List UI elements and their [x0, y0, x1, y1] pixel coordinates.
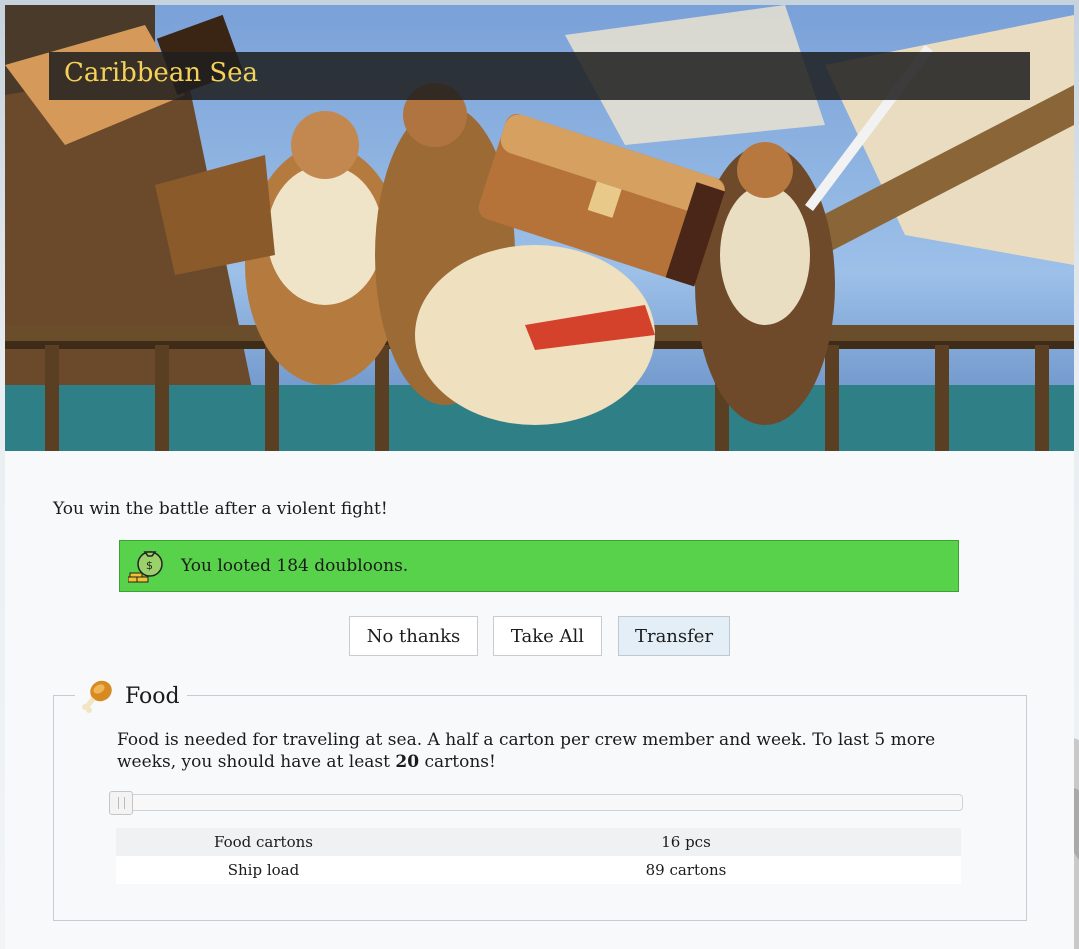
money-bag-gold-icon: $	[128, 551, 163, 583]
food-title: Food	[125, 683, 180, 709]
loot-notification: $ You looted 184 doubloons.	[119, 540, 959, 592]
loot-text: You looted 184 doubloons.	[181, 556, 409, 576]
slider-handle[interactable]	[109, 791, 133, 815]
chicken-leg-icon	[82, 680, 112, 713]
event-panel: Caribbean Sea You win the battle after a…	[5, 5, 1074, 949]
food-required-amount: 20	[395, 752, 420, 772]
table-row: Food cartons 16 pcs	[116, 828, 961, 856]
food-desc-end: cartons!	[419, 752, 496, 772]
transfer-button[interactable]: Transfer	[618, 616, 730, 656]
grip-icon	[118, 797, 125, 809]
food-amount-slider[interactable]	[111, 794, 963, 811]
battle-result-message: You win the battle after a violent fight…	[53, 499, 388, 519]
food-legend: Food	[75, 678, 187, 714]
row-value: 16 pcs	[411, 828, 961, 856]
food-description: Food is needed for traveling at sea. A h…	[117, 729, 967, 773]
location-title: Caribbean Sea	[64, 58, 259, 88]
row-value: 89 cartons	[411, 856, 961, 884]
svg-text:$: $	[146, 559, 153, 572]
location-title-bar: Caribbean Sea	[49, 52, 1030, 100]
food-stats-table: Food cartons 16 pcs Ship load 89 cartons	[116, 828, 961, 884]
no-thanks-button[interactable]: No thanks	[349, 616, 478, 656]
row-label: Ship load	[116, 856, 411, 884]
food-desc-text: Food is needed for traveling at sea. A h…	[117, 730, 936, 772]
take-all-button[interactable]: Take All	[493, 616, 602, 656]
row-label: Food cartons	[116, 828, 411, 856]
table-row: Ship load 89 cartons	[116, 856, 961, 884]
